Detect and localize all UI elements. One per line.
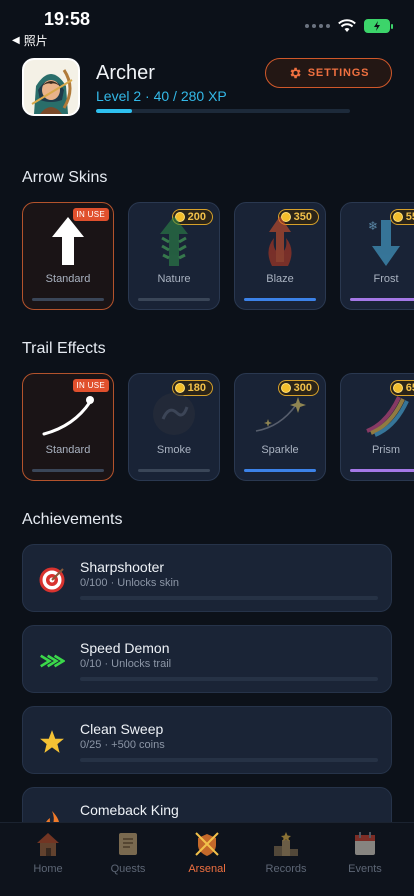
card-rarity-bar bbox=[350, 298, 414, 301]
trail-name: Standard bbox=[45, 444, 91, 456]
tab-events[interactable]: Events bbox=[325, 829, 405, 885]
card-rarity-bar bbox=[138, 469, 210, 472]
card-rarity-bar bbox=[32, 298, 104, 301]
sparkle-trail-icon bbox=[235, 382, 325, 442]
skin-name: Nature bbox=[157, 273, 191, 285]
status-icons bbox=[305, 19, 393, 33]
scroll-icon bbox=[113, 829, 143, 859]
achievement-progress-text: 0/10 · Unlocks trail bbox=[80, 658, 172, 670]
trail-card-smoke[interactable]: 180 Smoke bbox=[128, 373, 220, 481]
tab-arsenal[interactable]: Arsenal bbox=[167, 829, 247, 885]
status-time: 19:58 bbox=[44, 9, 91, 29]
skin-card-standard[interactable]: IN USE Standard bbox=[22, 202, 114, 310]
smoke-trail-icon bbox=[129, 382, 219, 442]
target-icon bbox=[39, 567, 65, 593]
achievement-title: Clean Sweep bbox=[80, 721, 164, 737]
tab-label: Records bbox=[265, 863, 307, 875]
tab-label: Arsenal bbox=[188, 863, 226, 875]
signal-dots-icon bbox=[305, 24, 330, 28]
achievement-progress-text: 0/100 · Unlocks skin bbox=[80, 577, 180, 589]
trail-effects-heading: Trail Effects bbox=[22, 340, 106, 357]
rainbow-trail-icon bbox=[341, 382, 414, 442]
skin-card-nature[interactable]: 200 Nature bbox=[128, 202, 220, 310]
bottom-tab-bar: Home Quests Arsenal Records Events bbox=[0, 822, 414, 896]
achievement-sharpshooter[interactable]: Sharpshooter 0/100 · Unlocks skin bbox=[22, 544, 392, 612]
achievement-progress-text: 0/25 · +500 coins bbox=[80, 739, 165, 751]
achievement-speed-demon[interactable]: Speed Demon 0/10 · Unlocks trail bbox=[22, 625, 392, 693]
trail-name: Prism bbox=[371, 444, 401, 456]
tab-records[interactable]: Records bbox=[246, 829, 326, 885]
tab-label: Quests bbox=[110, 863, 146, 875]
achievement-title: Comeback King bbox=[80, 802, 179, 818]
card-rarity-bar bbox=[350, 469, 414, 472]
settings-label: SETTINGS bbox=[307, 67, 370, 79]
achievement-progress-bar bbox=[80, 596, 378, 600]
back-label: 照片 bbox=[23, 34, 48, 48]
podium-icon bbox=[271, 829, 301, 859]
profile-header: Archer Level 2 · 40 / 280 XP SETTINGS bbox=[22, 58, 392, 120]
skin-name: Blaze bbox=[266, 273, 294, 285]
trail-card-sparkle[interactable]: 300 Sparkle bbox=[234, 373, 326, 481]
trail-name: Smoke bbox=[156, 444, 192, 456]
archer-portrait-icon bbox=[24, 60, 78, 114]
skin-name: Standard bbox=[45, 273, 91, 285]
settings-button[interactable]: SETTINGS bbox=[265, 58, 392, 88]
back-triangle-icon: ◀ bbox=[12, 35, 20, 46]
card-rarity-bar bbox=[244, 298, 316, 301]
skin-card-frost[interactable]: 55 ❄ Frost bbox=[340, 202, 414, 310]
leaf-arrow-icon bbox=[129, 211, 219, 271]
battery-charging-icon bbox=[364, 19, 393, 33]
trail-effects-row[interactable]: IN USE Standard 180 Smoke 300 Sparkle 6 … bbox=[22, 373, 414, 481]
fire-arrow-icon bbox=[235, 211, 325, 271]
trail-card-standard[interactable]: IN USE Standard bbox=[22, 373, 114, 481]
skin-card-blaze[interactable]: 350 Blaze bbox=[234, 202, 326, 310]
calendar-icon bbox=[350, 829, 380, 859]
player-level-xp: Level 2 · 40 / 280 XP bbox=[96, 88, 227, 104]
card-rarity-bar bbox=[32, 469, 104, 472]
home-icon bbox=[33, 829, 63, 859]
back-to-photos-link[interactable]: ◀ 照片 bbox=[12, 32, 48, 49]
achievement-clean-sweep[interactable]: Clean Sweep 0/25 · +500 coins bbox=[22, 706, 392, 774]
achievement-progress-bar bbox=[80, 677, 378, 681]
card-rarity-bar bbox=[138, 298, 210, 301]
tab-label: Home bbox=[33, 863, 63, 875]
arrow-skins-row[interactable]: IN USE Standard 200 Nature 350 Blaze 55 bbox=[22, 202, 414, 310]
trail-card-prism[interactable]: 65 Prism bbox=[340, 373, 414, 481]
archer-avatar[interactable] bbox=[22, 58, 80, 116]
ice-arrow-icon: ❄ bbox=[341, 211, 414, 271]
xp-progress-fill bbox=[96, 109, 133, 113]
arrow-skins-heading: Arrow Skins bbox=[22, 169, 108, 186]
achievement-progress-bar bbox=[80, 758, 378, 762]
gear-icon bbox=[290, 67, 301, 79]
skin-name: Frost bbox=[373, 273, 399, 285]
wifi-icon bbox=[338, 19, 356, 32]
star-icon bbox=[39, 729, 65, 755]
tab-quests[interactable]: Quests bbox=[88, 829, 168, 885]
xp-progress-bar bbox=[96, 109, 350, 113]
speed-arrows-icon bbox=[39, 648, 65, 674]
white-trail-icon bbox=[23, 382, 113, 442]
status-bar: 19:58 ◀ 照片 bbox=[0, 0, 414, 50]
achievement-title: Speed Demon bbox=[80, 640, 170, 656]
white-arrow-icon bbox=[23, 211, 113, 271]
crossed-arrows-shield-icon bbox=[192, 829, 222, 859]
tab-label: Events bbox=[348, 863, 382, 875]
achievements-heading: Achievements bbox=[22, 511, 123, 528]
card-rarity-bar bbox=[244, 469, 316, 472]
svg-text:❄: ❄ bbox=[368, 219, 378, 233]
achievement-title: Sharpshooter bbox=[80, 559, 165, 575]
player-name: Archer bbox=[96, 62, 155, 84]
trail-name: Sparkle bbox=[261, 444, 299, 456]
tab-home[interactable]: Home bbox=[8, 829, 88, 885]
